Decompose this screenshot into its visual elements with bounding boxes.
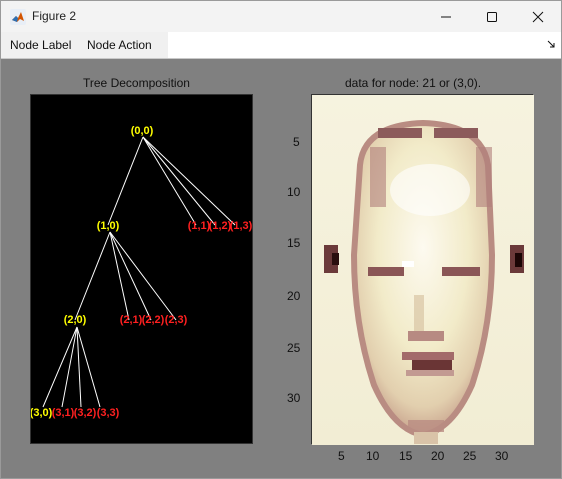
- face-image: [312, 95, 534, 445]
- minimize-button[interactable]: [423, 1, 469, 32]
- menu-node-label[interactable]: Node Label: [10, 38, 71, 52]
- y-tick-15: 15: [287, 236, 301, 250]
- menu-bar-blank: [168, 32, 561, 58]
- minimize-icon: [441, 16, 451, 17]
- y-tick-25: 25: [287, 341, 301, 355]
- x-tick-10: 10: [366, 449, 380, 463]
- tree-axes-title: Tree Decomposition: [83, 76, 190, 90]
- tree-node-3-3[interactable]: (3,3): [97, 407, 120, 419]
- tree-node-2-0[interactable]: (2,0): [64, 314, 87, 326]
- close-button[interactable]: [515, 1, 561, 32]
- tree-node-0-0[interactable]: (0,0): [131, 125, 154, 137]
- x-tick-15: 15: [399, 449, 413, 463]
- tree-node-3-1[interactable]: (3,1): [52, 407, 75, 419]
- y-tick-10: 10: [287, 185, 301, 199]
- tree-plot: (0,0) (1,0) (1,1) (1,2) (1,3) (2,0) (2,1…: [30, 125, 253, 419]
- menu-strip: Node Label Node Action: [1, 32, 168, 58]
- matlab-icon: [10, 9, 26, 25]
- y-tick-20: 20: [287, 289, 301, 303]
- tree-node-1-0[interactable]: (1,0): [97, 220, 120, 232]
- tree-edges: [42, 136, 236, 408]
- tree-node-2-1[interactable]: (2,1): [120, 314, 143, 326]
- tree-node-3-2[interactable]: (3,2): [74, 407, 97, 419]
- tree-axes[interactable]: (0,0) (1,0) (1,1) (1,2) (1,3) (2,0) (2,1…: [30, 94, 253, 444]
- menu-node-action[interactable]: Node Action: [87, 38, 152, 52]
- y-tick-5: 5: [293, 135, 300, 149]
- dock-arrow-icon[interactable]: [547, 40, 555, 48]
- maximize-icon: [487, 11, 497, 22]
- x-tick-30: 30: [495, 449, 509, 463]
- tree-node-2-2[interactable]: (2,2): [142, 314, 165, 326]
- tree-node-1-1[interactable]: (1,1): [188, 220, 211, 232]
- maximize-button[interactable]: [469, 1, 515, 32]
- y-tick-30: 30: [287, 391, 301, 405]
- image-axes[interactable]: [311, 94, 534, 445]
- tree-node-1-3[interactable]: (1,3): [230, 220, 253, 232]
- tree-node-3-0[interactable]: (3,0): [30, 407, 53, 419]
- x-tick-5: 5: [338, 449, 345, 463]
- x-tick-20: 20: [431, 449, 445, 463]
- x-tick-25: 25: [463, 449, 477, 463]
- tree-node-1-2[interactable]: (1,2): [209, 220, 232, 232]
- title-bar[interactable]: Figure 2: [1, 1, 561, 32]
- figure-window: Figure 2 Node Label Node Action Tree Dec…: [0, 0, 562, 479]
- menu-bar: Node Label Node Action: [1, 32, 561, 59]
- window-title: Figure 2: [32, 9, 77, 23]
- tree-node-2-3[interactable]: (2,3): [165, 314, 188, 326]
- image-axes-title: data for node: 21 or (3,0).: [345, 76, 482, 90]
- close-icon: [532, 11, 544, 22]
